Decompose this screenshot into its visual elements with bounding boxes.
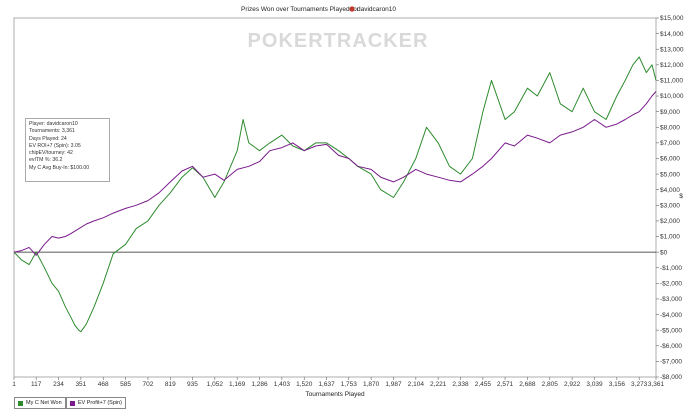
chart-title: Prizes Won over Tournaments Played for	[241, 6, 360, 13]
legend-item-ev-profit[interactable]: EV Profit+7 (Spin)	[66, 397, 126, 409]
y-tick-label: -$4,000	[660, 312, 682, 319]
x-tick-label: 3,361	[648, 381, 665, 388]
x-tick-label: 1,870	[363, 381, 380, 388]
info-line-evitm: evITM %: 36.2	[29, 157, 63, 164]
info-line-ev-roi: EV ROI+7 (Spin): 3.05	[29, 142, 81, 149]
x-tick-label: 1,753	[341, 381, 358, 388]
x-tick-label: 2,221	[430, 381, 447, 388]
x-tick-label: 585	[120, 381, 131, 388]
series-lines	[13, 56, 657, 333]
y-tick-label: $15,000	[660, 15, 684, 22]
legend-item-net-won[interactable]: My C Net Won	[14, 397, 66, 409]
y-tick-label: -$3,000	[660, 296, 682, 303]
info-line-player: Player: davidcaron10	[29, 121, 78, 127]
x-tick-label: 702	[143, 381, 154, 388]
x-tick-label: 2,688	[519, 381, 536, 388]
y-tick-label: -$2,000	[660, 281, 682, 288]
info-line-chipev: chipEV/tourney: 42	[29, 150, 73, 157]
x-tick-label: 2,338	[452, 381, 469, 388]
legend-label-net-won: My C Net Won	[26, 400, 62, 406]
y-tick-label: $14,000	[660, 31, 684, 38]
series-line-net-won	[13, 56, 657, 333]
info-line-tournaments: Tournaments: 3,361	[29, 128, 75, 135]
plot-frame	[13, 17, 657, 378]
y-tick-label: $9,000	[660, 109, 680, 116]
x-tick-label: 819	[165, 381, 176, 388]
x-tick-label: 468	[98, 381, 109, 388]
y-tick-label: $7,000	[660, 140, 680, 147]
y-tick-label: -$6,000	[660, 343, 682, 350]
y-tick-label: -$1,000	[660, 265, 682, 272]
axes	[13, 17, 659, 380]
info-line-days: Days Played: 24	[29, 135, 67, 142]
x-tick-label: 2,922	[564, 381, 581, 388]
y-tick-label: $1,000	[660, 234, 680, 241]
y-tick-label: $2,000	[660, 218, 680, 225]
x-tick-label: 351	[75, 381, 86, 388]
info-line-avg-buyin: My C Avg Buy-In: $100.00	[29, 164, 90, 171]
legend-swatch-ev-profit	[70, 400, 75, 406]
x-tick-label: 3,273	[631, 381, 648, 388]
y-tick-label: $5,000	[660, 171, 680, 178]
y-tick-label: $12,000	[660, 62, 684, 69]
x-tick-label: 1,987	[385, 381, 402, 388]
x-tick-label: 3,039	[586, 381, 603, 388]
x-tick-label: 234	[53, 381, 64, 388]
y-tick-label: $4,000	[660, 187, 680, 194]
y-tick-label: $13,000	[660, 46, 684, 53]
y-tick-label: $3,000	[660, 203, 680, 210]
pokertracker-watermark: POKERTRACKER	[248, 30, 429, 52]
x-tick-label: 1,052	[207, 381, 224, 388]
x-tick-label: 1,637	[318, 381, 335, 388]
y-tick-label: -$7,000	[660, 359, 682, 366]
y-tick-label: $8,000	[660, 124, 680, 131]
x-tick-label: 3,156	[609, 381, 626, 388]
y-tick-label: $10,000	[660, 93, 684, 100]
x-axis-title: Tournaments Played	[305, 391, 365, 398]
y-tick-label: -$5,000	[660, 327, 682, 334]
x-tick-label: 2,805	[542, 381, 559, 388]
chart: POKERTRACKER $15,000 $14,000 $13,000 $12,00…	[12, 6, 684, 398]
y-tick-label: $11,000	[660, 78, 683, 85]
y-tick-label: $6,000	[660, 156, 680, 163]
y-axis-title: $	[679, 193, 683, 200]
x-tick-label: 1,403	[274, 381, 291, 388]
x-tick-label: 1,286	[251, 381, 268, 388]
x-tick-label: 117	[31, 381, 42, 388]
series-line-ev-profit	[13, 91, 657, 256]
player-flag-icon	[349, 6, 355, 12]
x-tick-label: 2,571	[497, 381, 514, 388]
y-tick-label: $0	[660, 249, 668, 256]
chart-title-player: davidcaron10	[357, 6, 396, 13]
x-tick-label: 1,169	[229, 381, 246, 388]
watermark: POKERTRACKER	[248, 30, 429, 52]
x-tick-label: 935	[187, 381, 198, 388]
x-tick-label: 1,520	[296, 381, 313, 388]
legend-swatch-net-won	[18, 400, 23, 406]
legend-label-ev-profit: EV Profit+7 (Spin)	[77, 400, 122, 406]
chart-text: $15,000 $14,000 $13,000 $12,000 $11,000 $10,0…	[12, 6, 684, 398]
x-tick-label: 1	[12, 381, 16, 388]
stats-info-box: Player: davidcaron10 Tournaments: 3,361 …	[25, 118, 110, 182]
x-tick-label: 2,455	[475, 381, 492, 388]
x-tick-label: 2,104	[408, 381, 425, 388]
